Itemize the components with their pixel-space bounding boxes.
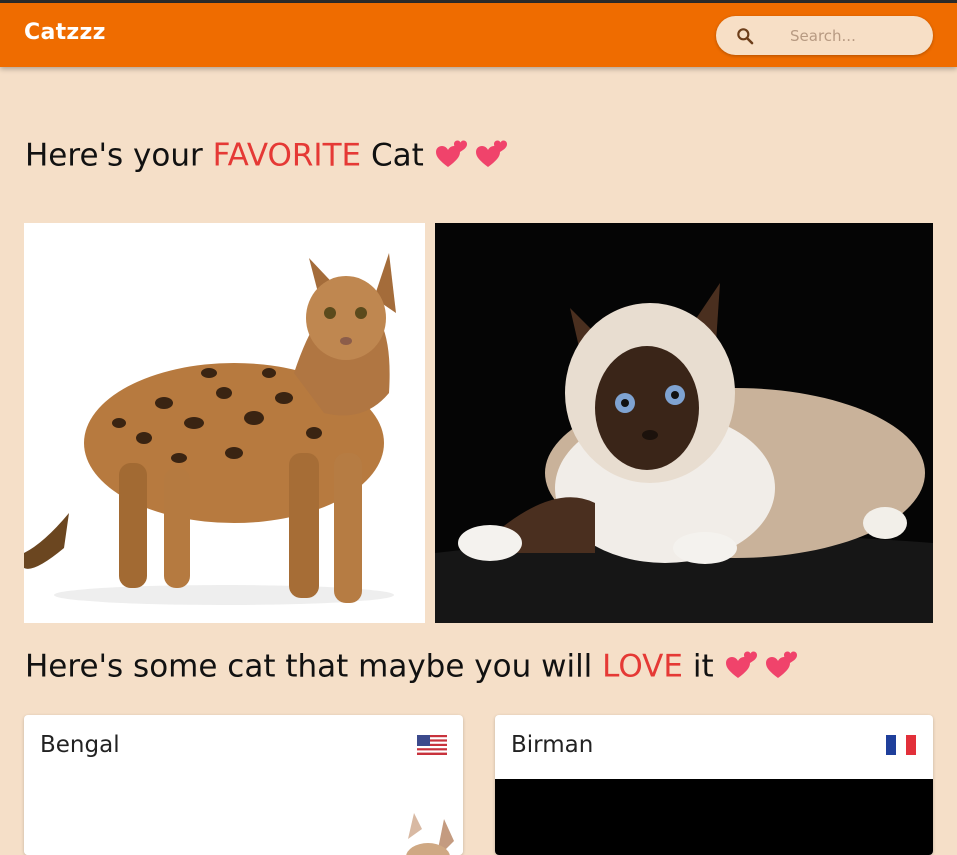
recommend-heading-prefix: Here's some cat that maybe you will (25, 648, 593, 685)
two-hearts-icon (435, 140, 467, 167)
birman-cat-photo[interactable] (435, 223, 933, 623)
app-bar: Catzzz (0, 3, 957, 67)
favorite-heading: Here's your FAVORITE Cat (25, 136, 514, 178)
search-input[interactable] (788, 23, 922, 49)
two-hearts-icon (475, 140, 507, 167)
search-box[interactable] (716, 16, 933, 55)
breed-card-bengal[interactable]: Bengal (24, 715, 463, 855)
recommend-heading: Here's some cat that maybe you will LOVE… (25, 647, 804, 689)
fr-flag-icon (886, 735, 916, 755)
hearts-group (434, 136, 514, 178)
two-hearts-icon (765, 651, 797, 678)
bengal-cat-photo[interactable] (24, 223, 425, 623)
favorite-heading-prefix: Here's your (25, 137, 203, 174)
hearts-group (724, 647, 804, 689)
favorite-heading-suffix: Cat (370, 137, 424, 174)
recommend-heading-suffix: it (692, 648, 714, 685)
breed-name: Bengal (40, 732, 120, 758)
search-icon[interactable] (735, 26, 755, 46)
us-flag-icon (417, 735, 447, 755)
breed-name: Birman (511, 732, 594, 758)
favorite-highlight: FAVORITE (212, 137, 362, 174)
two-hearts-icon (725, 651, 757, 678)
recommend-highlight: LOVE (602, 648, 683, 685)
breed-card-birman[interactable]: Birman (495, 715, 933, 855)
app-title[interactable]: Catzzz (24, 20, 106, 45)
